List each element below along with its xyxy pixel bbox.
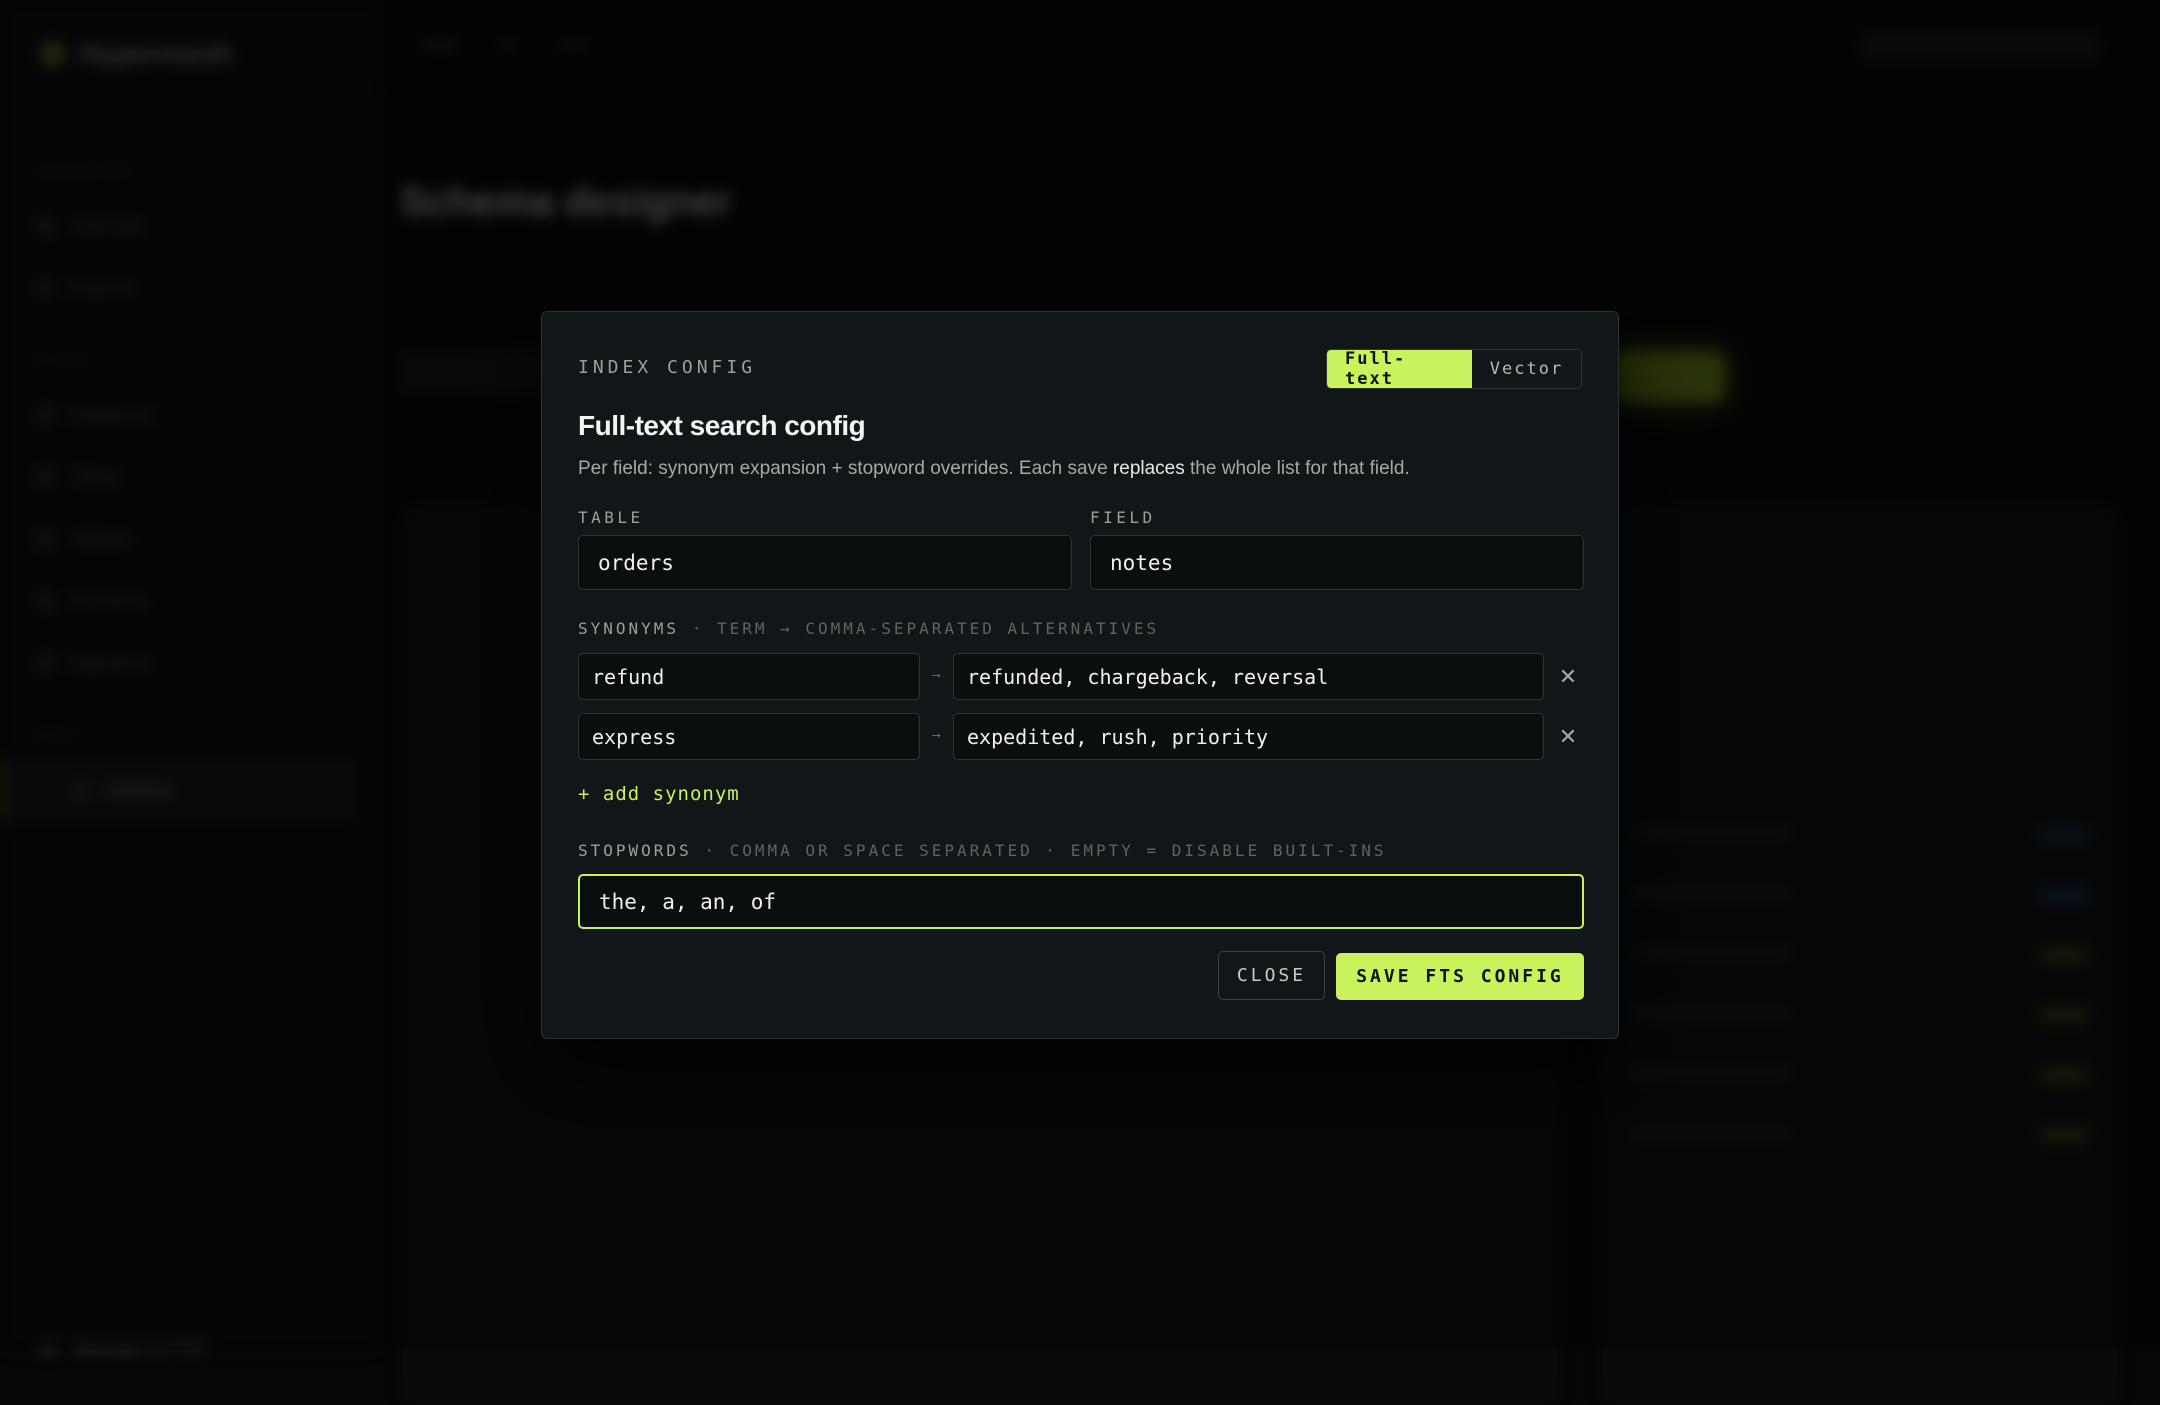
synonyms-hint: · TERM → COMMA-SEPARATED ALTERNATIVES xyxy=(679,619,1160,638)
index-type-toggle: Full-text Vector xyxy=(1326,349,1582,389)
field-input[interactable]: notes xyxy=(1090,535,1584,590)
synonym-term-input[interactable]: express xyxy=(578,713,920,760)
tab-full-text[interactable]: Full-text xyxy=(1327,350,1472,388)
stopwords-title: STOPWORDS xyxy=(578,841,692,860)
index-config-modal: INDEX CONFIG Full-text Vector Full-text … xyxy=(541,311,1619,1039)
arrow-right-icon: → xyxy=(929,665,943,681)
add-synonym-link[interactable]: + add synonym xyxy=(578,783,740,805)
table-input[interactable]: orders xyxy=(578,535,1072,590)
save-fts-config-button[interactable]: SAVE FTS CONFIG xyxy=(1336,953,1584,1000)
description-text: the whole list for that field. xyxy=(1184,458,1410,479)
synonyms-label: SYNONYMS · TERM → COMMA-SEPARATED ALTERN… xyxy=(578,619,1159,638)
synonym-alternatives-input[interactable]: expedited, rush, priority xyxy=(953,713,1544,760)
synonyms-title: SYNONYMS xyxy=(578,619,680,638)
stopwords-input[interactable]: the, a, an, of xyxy=(578,874,1584,929)
close-button[interactable]: CLOSE xyxy=(1218,951,1325,1000)
table-label: TABLE xyxy=(578,508,644,527)
arrow-right-icon: → xyxy=(929,725,943,741)
description-emphasis: replaces xyxy=(1112,458,1185,479)
modal-eyebrow: INDEX CONFIG xyxy=(578,357,757,378)
stopwords-hint: · COMMA OR SPACE SEPARATED · EMPTY = DIS… xyxy=(691,841,1387,860)
remove-synonym-icon[interactable]: ✕ xyxy=(1556,724,1580,749)
stopwords-label: STOPWORDS · COMMA OR SPACE SEPARATED · E… xyxy=(578,841,1387,860)
synonym-term-input[interactable]: refund xyxy=(578,653,920,700)
tab-vector[interactable]: Vector xyxy=(1472,350,1581,388)
modal-title: Full-text search config xyxy=(578,410,866,441)
field-label: FIELD xyxy=(1090,508,1156,527)
modal-description: Per field: synonym expansion + stopword … xyxy=(578,458,1410,480)
remove-synonym-icon[interactable]: ✕ xyxy=(1556,664,1580,689)
synonym-alternatives-input[interactable]: refunded, chargeback, reversal xyxy=(953,653,1544,700)
description-text: Per field: synonym expansion + stopword … xyxy=(578,458,1113,479)
